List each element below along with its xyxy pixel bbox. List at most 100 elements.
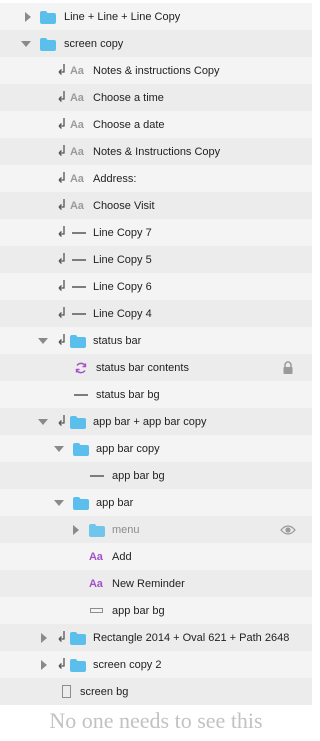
lock-icon[interactable]	[282, 360, 294, 375]
layer-row-text[interactable]: Aa Address:	[0, 165, 312, 192]
layer-row-line-group[interactable]: Line + Line + Line Copy	[0, 3, 312, 30]
layer-label: New Reminder	[112, 577, 185, 590]
layer-label: app bar bg	[112, 469, 165, 482]
disclosure-triangle-expanded[interactable]	[21, 40, 31, 47]
mask-arrow-icon	[58, 657, 65, 669]
line-layer-icon	[74, 393, 88, 396]
text-layer-icon: Aa	[89, 550, 103, 563]
mask-arrow-icon	[58, 630, 65, 642]
folder-icon	[70, 631, 86, 645]
disclosure-triangle-collapsed[interactable]	[73, 524, 79, 535]
layer-row-screen-copy-2[interactable]: screen copy 2	[0, 651, 312, 678]
layer-row-screen-copy[interactable]: screen copy	[0, 30, 312, 57]
symbol-icon	[75, 362, 87, 373]
layer-row-rectangle[interactable]: app bar bg	[0, 597, 312, 624]
disclosure-triangle-expanded[interactable]	[54, 499, 64, 506]
layer-label: status bar	[93, 334, 142, 347]
layer-label: Line Copy 4	[93, 307, 152, 320]
eye-icon[interactable]	[280, 524, 296, 536]
folder-icon	[40, 10, 56, 24]
text-layer-icon: Aa	[70, 64, 84, 77]
mask-arrow-icon	[58, 252, 65, 264]
layer-row-text[interactable]: Aa New Reminder	[0, 570, 312, 597]
layer-label: Notes & Instructions Copy	[93, 145, 221, 158]
layer-row-app-bar-copy[interactable]: app bar copy	[0, 435, 312, 462]
layer-row-line[interactable]: status bar bg	[0, 381, 312, 408]
layer-label: Choose a time	[93, 91, 164, 104]
folder-icon	[70, 658, 86, 672]
text-layer-icon: Aa	[70, 145, 84, 158]
layer-label: Notes & instructions Copy	[93, 64, 220, 77]
line-layer-icon	[72, 258, 86, 261]
disclosure-triangle-collapsed[interactable]	[41, 659, 47, 670]
layer-row-line[interactable]: Line Copy 4	[0, 300, 312, 327]
layer-row-shape-group[interactable]: Rectangle 2014 + Oval 621 + Path 2648	[0, 624, 312, 651]
layer-label: Address:	[93, 172, 137, 185]
layer-row-app-bar[interactable]: app bar	[0, 489, 312, 516]
layer-row-line[interactable]: Line Copy 7	[0, 219, 312, 246]
layer-label: Line Copy 5	[93, 253, 152, 266]
mask-arrow-icon	[58, 306, 65, 318]
mask-arrow-icon	[58, 333, 65, 345]
layer-label: status bar bg	[96, 388, 160, 401]
folder-icon	[73, 442, 89, 456]
mask-arrow-icon	[58, 171, 65, 183]
layer-row-status-bar[interactable]: status bar	[0, 327, 312, 354]
disclosure-triangle-collapsed[interactable]	[25, 11, 31, 22]
layer-row-artboard[interactable]: screen bg	[0, 678, 312, 705]
line-layer-icon	[90, 474, 104, 477]
artboard-icon	[62, 684, 71, 698]
mask-arrow-icon	[58, 225, 65, 237]
layer-label: Line Copy 7	[93, 226, 152, 239]
layer-label: screen copy	[64, 37, 124, 50]
disclosure-triangle-expanded[interactable]	[54, 445, 64, 452]
layer-label: screen copy 2	[93, 658, 162, 671]
folder-icon	[40, 37, 56, 51]
mask-arrow-icon	[58, 90, 65, 102]
layer-row-app-bar-group[interactable]: app bar + app bar copy	[0, 408, 312, 435]
layer-row-text[interactable]: Aa Choose a time	[0, 84, 312, 111]
layer-label: app bar copy	[96, 442, 160, 455]
layer-row-line[interactable]: Line Copy 6	[0, 273, 312, 300]
layer-row-text[interactable]: Aa Add	[0, 543, 312, 570]
line-layer-icon	[72, 312, 86, 315]
folder-icon	[89, 523, 105, 537]
layer-label: Line + Line + Line Copy	[64, 10, 181, 23]
layer-row-text[interactable]: Aa Notes & instructions Copy	[0, 57, 312, 84]
mask-arrow-icon	[58, 117, 65, 129]
text-layer-icon: Aa	[70, 172, 84, 185]
layer-row-text[interactable]: Aa Choose a date	[0, 111, 312, 138]
layer-list: Line + Line + Line Copy screen copy Aa N…	[0, 3, 312, 705]
layer-label: app bar	[96, 496, 134, 509]
mask-arrow-icon	[58, 414, 65, 426]
layer-row-line[interactable]: Line Copy 5	[0, 246, 312, 273]
layer-label: Choose Visit	[93, 199, 155, 212]
layer-row-text[interactable]: Aa Choose Visit	[0, 192, 312, 219]
layer-label: Add	[112, 550, 132, 563]
layer-row-line[interactable]: app bar bg	[0, 462, 312, 489]
text-layer-icon: Aa	[70, 91, 84, 104]
layer-label: menu	[112, 523, 140, 536]
layer-label: app bar bg	[112, 604, 165, 617]
layer-label: Choose a date	[93, 118, 165, 131]
mask-arrow-icon	[58, 144, 65, 156]
footer-caption: No one needs to see this	[49, 708, 263, 733]
layer-label: status bar contents	[96, 361, 189, 374]
folder-icon	[70, 415, 86, 429]
line-layer-icon	[72, 231, 86, 234]
layer-row-menu[interactable]: menu	[0, 516, 312, 543]
layer-label: Rectangle 2014 + Oval 621 + Path 2648	[93, 631, 290, 644]
layer-label: Line Copy 6	[93, 280, 152, 293]
folder-icon	[70, 334, 86, 348]
disclosure-triangle-collapsed[interactable]	[41, 632, 47, 643]
layer-label: app bar + app bar copy	[93, 415, 207, 428]
disclosure-triangle-expanded[interactable]	[38, 418, 48, 425]
layer-row-text[interactable]: Aa Notes & Instructions Copy	[0, 138, 312, 165]
disclosure-triangle-expanded[interactable]	[38, 337, 48, 344]
layer-row-symbol[interactable]: status bar contents	[0, 354, 312, 381]
mask-arrow-icon	[58, 63, 65, 75]
mask-arrow-icon	[58, 279, 65, 291]
text-layer-icon: Aa	[70, 199, 84, 212]
folder-icon	[73, 496, 89, 510]
mask-arrow-icon	[58, 198, 65, 210]
